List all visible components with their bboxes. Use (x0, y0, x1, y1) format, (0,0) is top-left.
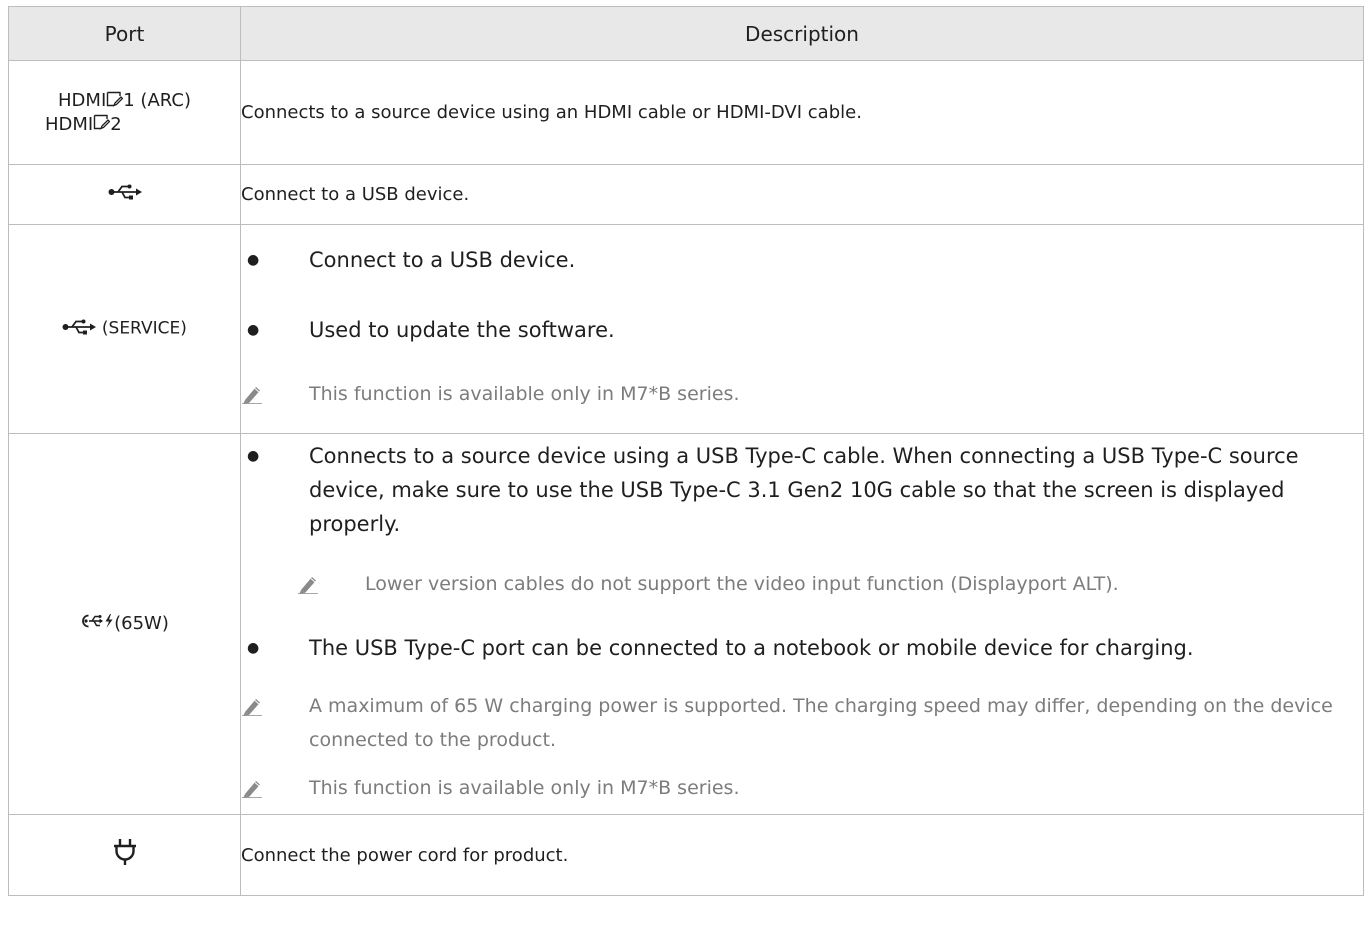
bullet-text: The USB Type-C port can be connected to … (309, 636, 1194, 660)
hdmi-edit-icon (93, 113, 111, 136)
table-row-power: Connect the power cord for product. (8, 814, 1364, 896)
service-label: (SERVICE) (101, 318, 187, 339)
port-cell-power (8, 814, 241, 896)
note-text: This function is available only in M7*B … (309, 777, 740, 799)
note-text: A maximum of 65 W charging power is supp… (309, 695, 1333, 751)
note-item: This function is available only in M7*B … (241, 771, 1363, 809)
pencil-note-icon (241, 689, 309, 727)
usb-icon (108, 183, 142, 206)
port-table-page: Port Description HDMI 1 (ARC) HDMI 2 Conne… (0, 0, 1370, 933)
pencil-note-icon (297, 567, 365, 605)
port-description-table: Port Description HDMI 1 (ARC) HDMI 2 Conne… (8, 6, 1364, 896)
port-cell-hdmi: HDMI 1 (ARC) HDMI 2 (8, 60, 241, 165)
hdmi-edit-icon (106, 90, 124, 113)
hdmi1-port-label: HDMI 1 (ARC) (9, 89, 240, 113)
note-item: This function is available only in M7*B … (241, 377, 1363, 415)
note-text: Lower version cables do not support the … (365, 573, 1119, 595)
description-cell-usb-c: ● Connects to a source device using a US… (240, 433, 1364, 815)
usb-c-charging-icon (80, 612, 114, 636)
hdmi2-text: HDMI (45, 113, 94, 135)
bullet-icon: ● (247, 640, 260, 656)
port-cell-usb-c: (65W) (8, 433, 241, 815)
power-plug-icon (112, 838, 138, 872)
description-cell-hdmi: Connects to a source device using an HDM… (240, 60, 1364, 165)
usb-c-power-label: (65W) (114, 613, 169, 634)
note-item: Lower version cables do not support the … (241, 567, 1363, 605)
port-cell-usb (8, 164, 241, 225)
list-item: ● The USB Type-C port can be connected t… (241, 631, 1363, 665)
description-column-header: Description (240, 6, 1364, 61)
list-item: ● Connect to a USB device. (241, 243, 1363, 277)
hdmi2-port-label: HDMI 2 (9, 113, 240, 137)
port-cell-usb-service: (SERVICE) (8, 224, 241, 434)
port-column-header: Port (8, 6, 241, 61)
bullet-icon: ● (247, 448, 260, 464)
bullet-icon: ● (247, 252, 260, 268)
bullet-text: Connect to a USB device. (309, 248, 576, 272)
hdmi1-text: HDMI (58, 90, 107, 111)
table-row-usb-c: (65W) ● Connects to a source device usin… (8, 433, 1364, 815)
list-item: ● Used to update the software. (241, 313, 1363, 347)
list-item: ● Connects to a source device using a US… (241, 439, 1363, 541)
description-cell-usb-service: ● Connect to a USB device. ● Used to upd… (240, 224, 1364, 434)
table-row-usb-service: (SERVICE) ● Connect to a USB device. ● U… (8, 224, 1364, 434)
note-text: This function is available only in M7*B … (309, 383, 740, 405)
pencil-note-icon (241, 771, 309, 809)
usb-icon (62, 318, 97, 341)
hdmi2-suffix: 2 (110, 113, 122, 135)
description-cell-usb: Connect to a USB device. (240, 164, 1364, 225)
bullet-text: Used to update the software. (309, 318, 615, 342)
pencil-note-icon (241, 377, 309, 415)
note-item: A maximum of 65 W charging power is supp… (241, 689, 1363, 757)
table-header-row: Port Description (8, 6, 1364, 61)
bullet-icon: ● (247, 322, 260, 338)
table-row-usb: Connect to a USB device. (8, 164, 1364, 225)
description-cell-power: Connect the power cord for product. (240, 814, 1364, 896)
hdmi1-suffix: 1 (ARC) (123, 90, 191, 111)
bullet-text: Connects to a source device using a USB … (309, 444, 1299, 536)
table-row-hdmi: HDMI 1 (ARC) HDMI 2 Connects to a source d… (8, 60, 1364, 165)
